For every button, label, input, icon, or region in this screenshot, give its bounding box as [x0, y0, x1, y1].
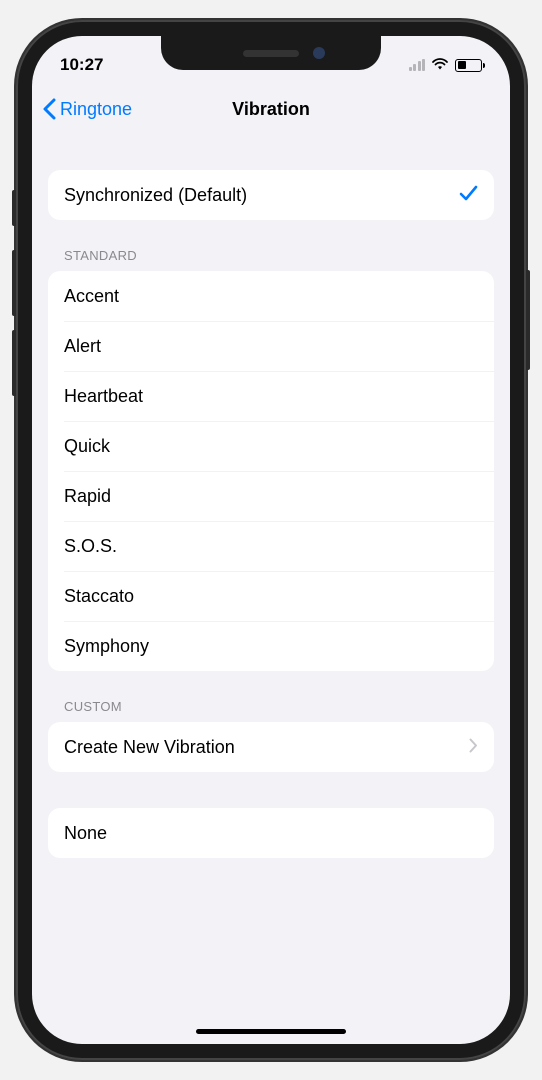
- create-label: Create New Vibration: [64, 737, 235, 758]
- default-group: Synchronized (Default): [48, 170, 494, 220]
- back-label: Ringtone: [60, 99, 132, 120]
- vibration-option-quick[interactable]: Quick: [48, 421, 494, 471]
- option-label: Heartbeat: [64, 386, 143, 407]
- vibration-option-alert[interactable]: Alert: [48, 321, 494, 371]
- status-icons: [409, 56, 483, 75]
- option-label: Symphony: [64, 636, 149, 657]
- option-label: S.O.S.: [64, 536, 117, 557]
- option-label: Staccato: [64, 586, 134, 607]
- option-label: Alert: [64, 336, 101, 357]
- content-area: Synchronized (Default) STANDARD Accent A…: [32, 134, 510, 858]
- vibration-option-symphony[interactable]: Symphony: [48, 621, 494, 671]
- option-label: Synchronized (Default): [64, 185, 247, 206]
- option-label: Rapid: [64, 486, 111, 507]
- back-button[interactable]: Ringtone: [42, 98, 132, 120]
- battery-level: [458, 61, 467, 69]
- navigation-bar: Ringtone Vibration: [32, 84, 510, 134]
- cellular-signal-icon: [409, 59, 426, 71]
- power-button: [526, 270, 530, 370]
- volume-down-button: [12, 330, 16, 396]
- none-group: None: [48, 808, 494, 858]
- chevron-right-icon: [469, 737, 478, 758]
- section-header-standard: STANDARD: [48, 248, 494, 271]
- section-header-custom: CUSTOM: [48, 699, 494, 722]
- volume-up-button: [12, 250, 16, 316]
- option-label: None: [64, 823, 107, 844]
- chevron-left-icon: [42, 98, 56, 120]
- status-time: 10:27: [60, 55, 103, 75]
- create-new-vibration-button[interactable]: Create New Vibration: [48, 722, 494, 772]
- display-notch: [161, 36, 381, 70]
- option-label: Accent: [64, 286, 119, 307]
- checkmark-icon: [458, 183, 478, 208]
- speaker-grille: [243, 50, 299, 57]
- vibration-option-synchronized[interactable]: Synchronized (Default): [48, 170, 494, 220]
- page-title: Vibration: [232, 99, 310, 120]
- vibration-option-none[interactable]: None: [48, 808, 494, 858]
- vibration-option-rapid[interactable]: Rapid: [48, 471, 494, 521]
- vibration-option-accent[interactable]: Accent: [48, 271, 494, 321]
- home-indicator[interactable]: [196, 1029, 346, 1034]
- standard-group: Accent Alert Heartbeat Quick Rapid S.O.S…: [48, 271, 494, 671]
- vibration-option-staccato[interactable]: Staccato: [48, 571, 494, 621]
- screen: 10:27: [32, 36, 510, 1044]
- front-camera: [313, 47, 325, 59]
- wifi-icon: [431, 56, 449, 75]
- custom-group: Create New Vibration: [48, 722, 494, 772]
- battery-icon: [455, 59, 482, 72]
- phone-device-frame: 10:27: [16, 20, 526, 1060]
- vibration-option-heartbeat[interactable]: Heartbeat: [48, 371, 494, 421]
- option-label: Quick: [64, 436, 110, 457]
- mute-switch: [12, 190, 16, 226]
- vibration-option-sos[interactable]: S.O.S.: [48, 521, 494, 571]
